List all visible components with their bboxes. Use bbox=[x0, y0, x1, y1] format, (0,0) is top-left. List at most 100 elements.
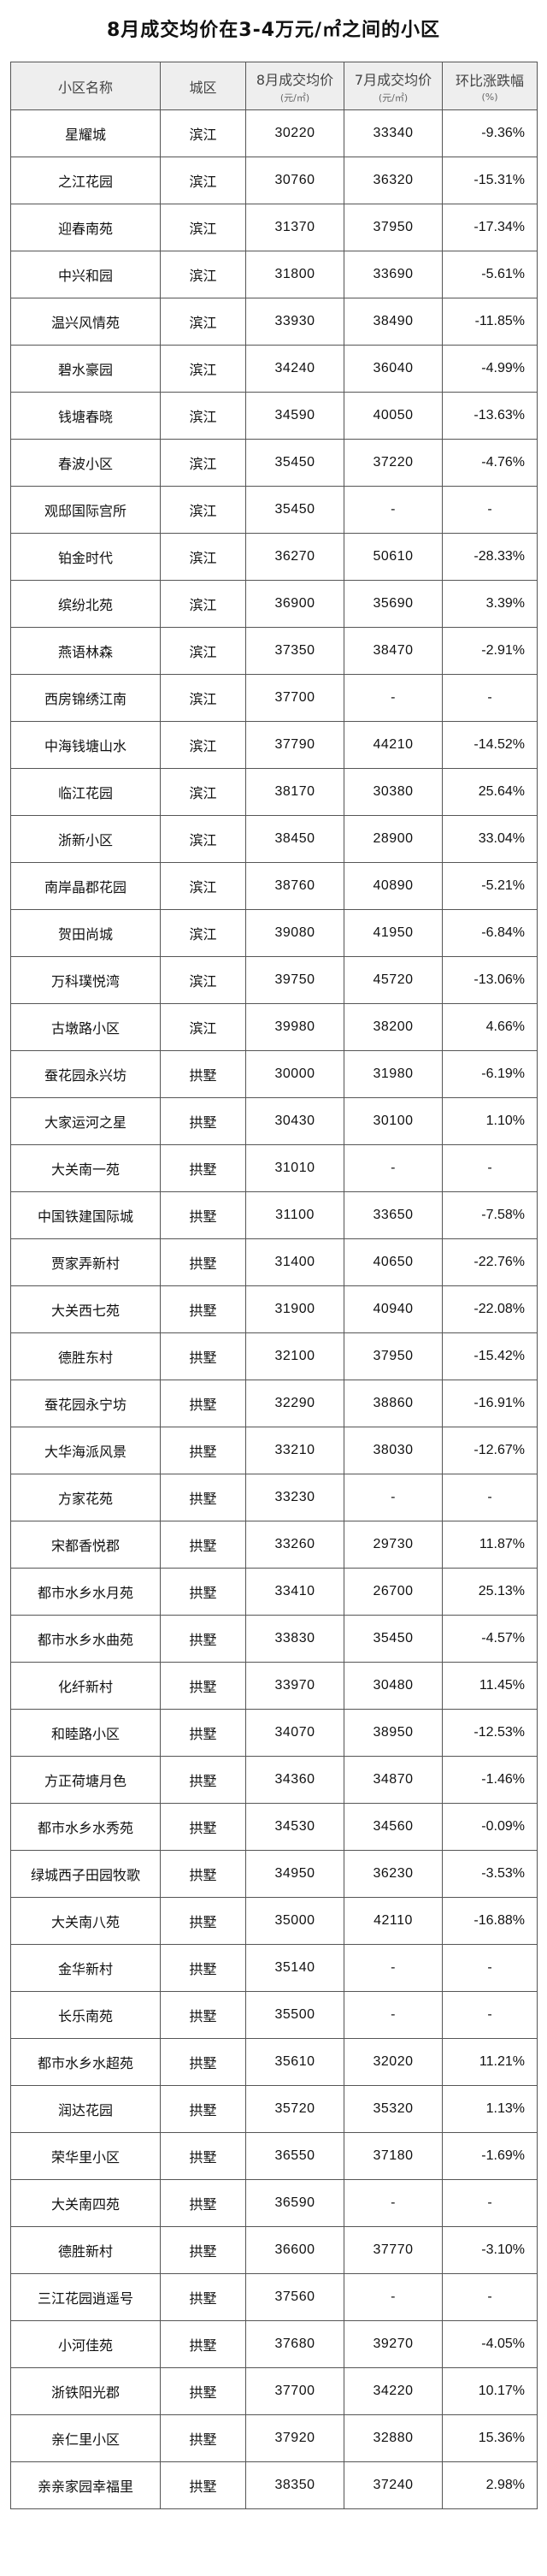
table-row: 荣华里小区 拱墅 36550 37180 -1.69% bbox=[10, 2132, 538, 2180]
cell-change: -1.69% bbox=[442, 2132, 538, 2180]
cell-name: 蚕花园永兴坊 bbox=[10, 1050, 161, 1098]
cell-change: -3.10% bbox=[442, 2226, 538, 2274]
cell-aug-price: 38760 bbox=[245, 862, 344, 910]
cell-aug-price: 30220 bbox=[245, 109, 344, 157]
table-row: 蚕花园永宁坊 拱墅 32290 38860 -16.91% bbox=[10, 1380, 538, 1427]
cell-name: 德胜东村 bbox=[10, 1332, 161, 1380]
table-row: 南岸晶郡花园 滨江 38760 40890 -5.21% bbox=[10, 862, 538, 910]
cell-aug-price: 31370 bbox=[245, 204, 344, 251]
cell-aug-price: 33230 bbox=[245, 1474, 344, 1521]
cell-district: 拱墅 bbox=[160, 1803, 246, 1851]
cell-jul-price: 36230 bbox=[344, 1850, 443, 1898]
cell-name: 化纤新村 bbox=[10, 1662, 161, 1710]
cell-change: 25.64% bbox=[442, 768, 538, 816]
cell-jul-price: 36320 bbox=[344, 157, 443, 204]
cell-jul-price: 33650 bbox=[344, 1191, 443, 1239]
cell-district: 拱墅 bbox=[160, 1097, 246, 1145]
cell-aug-price: 33830 bbox=[245, 1615, 344, 1663]
cell-district: 拱墅 bbox=[160, 1944, 246, 1992]
cell-jul-price: 30100 bbox=[344, 1097, 443, 1145]
cell-district: 滨江 bbox=[160, 909, 246, 957]
cell-aug-price: 33410 bbox=[245, 1568, 344, 1616]
cell-aug-price: 33210 bbox=[245, 1427, 344, 1474]
cell-jul-price: 26700 bbox=[344, 1568, 443, 1616]
cell-aug-price: 36550 bbox=[245, 2132, 344, 2180]
table-row: 都市水乡水秀苑 拱墅 34530 34560 -0.09% bbox=[10, 1803, 538, 1851]
table-row: 润达花园 拱墅 35720 35320 1.13% bbox=[10, 2085, 538, 2133]
cell-district: 拱墅 bbox=[160, 2085, 246, 2133]
cell-district: 拱墅 bbox=[160, 1050, 246, 1098]
cell-district: 滨江 bbox=[160, 956, 246, 1004]
table-row: 中兴和园 滨江 31800 33690 -5.61% bbox=[10, 251, 538, 298]
cell-aug-price: 38450 bbox=[245, 815, 344, 863]
cell-name: 绿城西子田园牧歌 bbox=[10, 1850, 161, 1898]
cell-name: 大关西七苑 bbox=[10, 1285, 161, 1333]
cell-district: 拱墅 bbox=[160, 1285, 246, 1333]
cell-jul-price: 38030 bbox=[344, 1427, 443, 1474]
cell-jul-price: 35320 bbox=[344, 2085, 443, 2133]
table-body: 星耀城 滨江 30220 33340 -9.36% 之江花园 滨江 30760 36320 -15… bbox=[10, 109, 538, 2509]
cell-name: 三江花园逍遥号 bbox=[10, 2273, 161, 2321]
cell-jul-price: 38490 bbox=[344, 298, 443, 346]
cell-district: 拱墅 bbox=[160, 2320, 246, 2368]
cell-aug-price: 37920 bbox=[245, 2414, 344, 2462]
cell-change: -28.33% bbox=[442, 533, 538, 581]
cell-aug-price: 39750 bbox=[245, 956, 344, 1004]
cell-district: 滨江 bbox=[160, 486, 246, 534]
cell-aug-price: 33930 bbox=[245, 298, 344, 346]
cell-district: 拱墅 bbox=[160, 2038, 246, 2086]
cell-jul-price: 30480 bbox=[344, 1662, 443, 1710]
cell-name: 春波小区 bbox=[10, 439, 161, 487]
table-row: 蚕花园永兴坊 拱墅 30000 31980 -6.19% bbox=[10, 1050, 538, 1098]
cell-aug-price: 32290 bbox=[245, 1380, 344, 1427]
cell-aug-price: 37700 bbox=[245, 2367, 344, 2415]
table-row: 亲仁里小区 拱墅 37920 32880 15.36% bbox=[10, 2414, 538, 2462]
cell-jul-price: 37770 bbox=[344, 2226, 443, 2274]
cell-jul-price: - bbox=[344, 1144, 443, 1192]
cell-name: 中海钱塘山水 bbox=[10, 721, 161, 769]
cell-change: 4.66% bbox=[442, 1003, 538, 1051]
cell-jul-price: 37180 bbox=[344, 2132, 443, 2180]
cell-district: 拱墅 bbox=[160, 2179, 246, 2227]
cell-name: 大关南八苑 bbox=[10, 1897, 161, 1945]
cell-change: 10.17% bbox=[442, 2367, 538, 2415]
cell-district: 拱墅 bbox=[160, 1474, 246, 1521]
table-row: 缤纷北苑 滨江 36900 35690 3.39% bbox=[10, 580, 538, 628]
cell-aug-price: 36600 bbox=[245, 2226, 344, 2274]
cell-aug-price: 34240 bbox=[245, 345, 344, 393]
cell-jul-price: 34870 bbox=[344, 1756, 443, 1804]
cell-jul-price: 40650 bbox=[344, 1238, 443, 1286]
cell-name: 金华新村 bbox=[10, 1944, 161, 1992]
cell-name: 碧水豪园 bbox=[10, 345, 161, 393]
cell-aug-price: 37350 bbox=[245, 627, 344, 675]
cell-jul-price: 38860 bbox=[344, 1380, 443, 1427]
cell-name: 临江花园 bbox=[10, 768, 161, 816]
cell-district: 滨江 bbox=[160, 768, 246, 816]
table-row: 化纤新村 拱墅 33970 30480 11.45% bbox=[10, 1662, 538, 1710]
cell-aug-price: 30430 bbox=[245, 1097, 344, 1145]
cell-district: 拱墅 bbox=[160, 1709, 246, 1757]
cell-change: 1.13% bbox=[442, 2085, 538, 2133]
cell-name: 德胜新村 bbox=[10, 2226, 161, 2274]
cell-change: -13.06% bbox=[442, 956, 538, 1004]
cell-name: 中兴和园 bbox=[10, 251, 161, 298]
cell-district: 滨江 bbox=[160, 345, 246, 393]
cell-jul-price: 40050 bbox=[344, 392, 443, 440]
cell-name: 观邸国际宫所 bbox=[10, 486, 161, 534]
cell-change: 11.45% bbox=[442, 1662, 538, 1710]
cell-district: 滨江 bbox=[160, 862, 246, 910]
cell-name: 和睦路小区 bbox=[10, 1709, 161, 1757]
cell-jul-price: - bbox=[344, 1944, 443, 1992]
cell-change: -13.63% bbox=[442, 392, 538, 440]
cell-jul-price: 42110 bbox=[344, 1897, 443, 1945]
cell-district: 滨江 bbox=[160, 580, 246, 628]
cell-name: 方家花苑 bbox=[10, 1474, 161, 1521]
cell-jul-price: 30380 bbox=[344, 768, 443, 816]
cell-change: -0.09% bbox=[442, 1803, 538, 1851]
cell-name: 大华海派风景 bbox=[10, 1427, 161, 1474]
cell-district: 拱墅 bbox=[160, 1238, 246, 1286]
header-jul-price: 7月成交均价 (元/㎡) bbox=[344, 62, 443, 110]
cell-district: 拱墅 bbox=[160, 1380, 246, 1427]
cell-change: -16.88% bbox=[442, 1897, 538, 1945]
table-row: 大华海派风景 拱墅 33210 38030 -12.67% bbox=[10, 1427, 538, 1474]
